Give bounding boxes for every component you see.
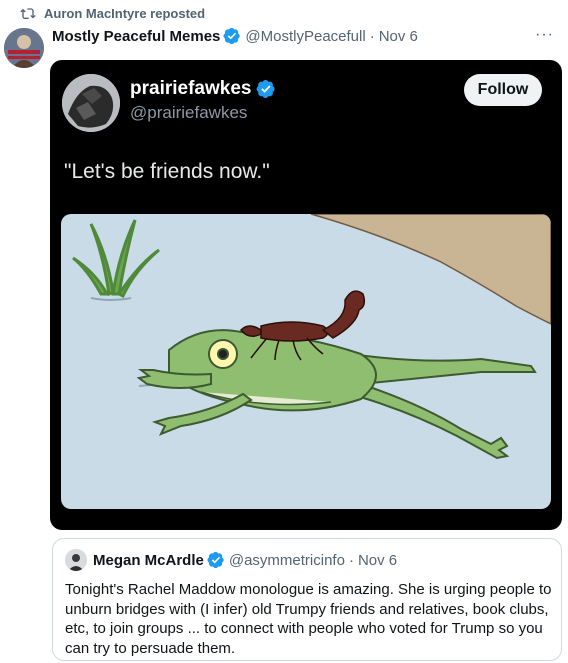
embedded-author-handle: @prairiefawkes: [130, 103, 248, 122]
frog-scorpion-cartoon: [61, 214, 551, 509]
quoted-author-handle[interactable]: @asymmetricinfo: [229, 552, 345, 569]
embedded-author-avatar: [62, 74, 120, 132]
verified-badge-icon: [207, 551, 224, 569]
repost-text: Auron MacIntyre reposted: [44, 5, 206, 21]
separator-dot: ·: [348, 551, 354, 569]
post-date[interactable]: Nov 6: [379, 28, 418, 45]
quoted-post-date[interactable]: Nov 6: [358, 552, 397, 569]
quoted-author-avatar[interactable]: [65, 549, 87, 571]
author-name[interactable]: Mostly Peaceful Memes: [52, 28, 220, 45]
separator-dot: ·: [369, 27, 375, 45]
more-options-button[interactable]: ···: [535, 26, 554, 44]
follow-button: Follow: [464, 74, 542, 106]
author-handle[interactable]: @MostlyPeacefull: [245, 28, 365, 45]
author-avatar[interactable]: [4, 28, 44, 68]
embedded-post-text: "Let's be friends now.": [64, 160, 270, 183]
quoted-post-header: Megan McArdle @asymmetricinfo · Nov 6: [93, 551, 397, 569]
repost-icon: [20, 8, 36, 19]
quoted-author-name[interactable]: Megan McArdle: [93, 552, 204, 569]
verified-badge-icon: [223, 27, 241, 45]
post-header: Mostly Peaceful Memes @MostlyPeacefull ·…: [52, 26, 418, 46]
embedded-author-name-row: prairiefawkes: [130, 78, 280, 100]
embedded-author-name: prairiefawkes: [130, 78, 252, 99]
verified-badge-icon: [257, 80, 276, 98]
quoted-post[interactable]: Megan McArdle @asymmetricinfo · Nov 6 To…: [52, 538, 562, 661]
quoted-post-text: Tonight's Rachel Maddow monologue is ama…: [65, 581, 552, 657]
embedded-post-image[interactable]: prairiefawkes @prairiefawkes Follow "Let…: [50, 60, 562, 530]
repost-indicator[interactable]: Auron MacIntyre reposted: [20, 4, 205, 22]
